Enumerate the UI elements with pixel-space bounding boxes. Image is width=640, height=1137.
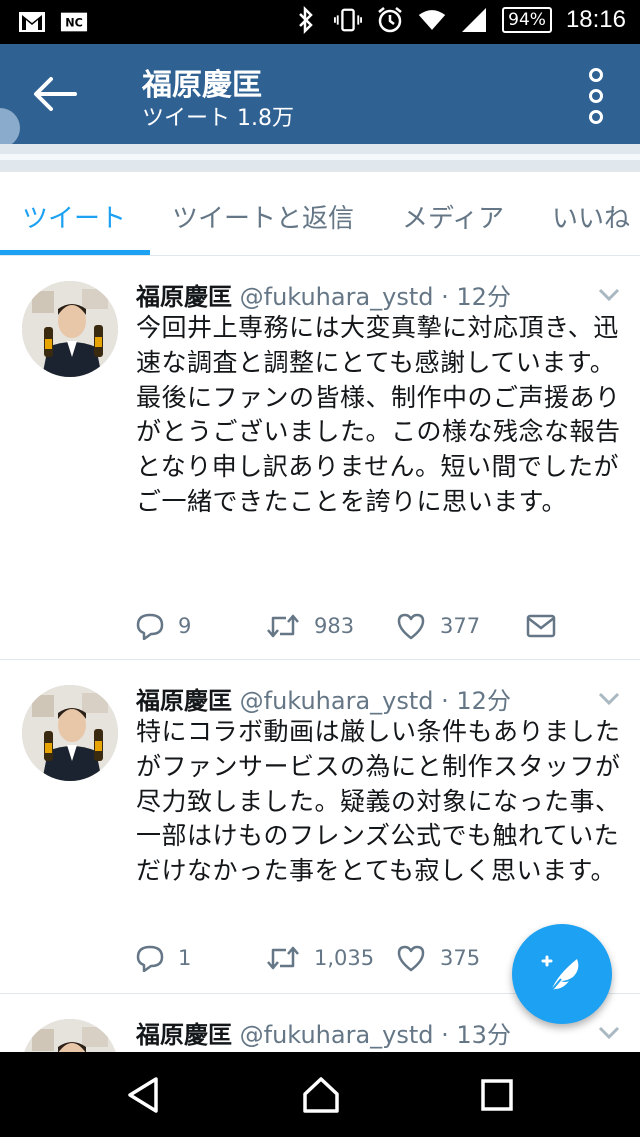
chevron-down-icon (598, 288, 620, 302)
tab-tweets[interactable]: ツイート (22, 198, 126, 235)
tweet-text: 今回井上専務には大変真摯に対応頂き、迅速な調査と調整にとても感謝しています。 最… (136, 313, 621, 516)
tweet-author-name[interactable]: 福原慶匡 (136, 687, 232, 715)
nhk-icon: NC (60, 8, 88, 36)
profile-name: 福原慶匡 (142, 68, 262, 103)
retweet-button[interactable]: 1,035 (266, 945, 396, 971)
nav-back-button[interactable] (118, 1072, 168, 1118)
nav-recents-button[interactable] (472, 1072, 522, 1118)
clock: 18:16 (565, 6, 626, 33)
tweet-actions: 1 1,035 375 (136, 941, 526, 975)
like-count: 377 (440, 614, 481, 638)
like-button[interactable]: 377 (396, 612, 526, 640)
back-button[interactable] (30, 72, 80, 116)
tweet-header: 福原慶匡 @fukuhara_ystd · 12分 (136, 277, 511, 312)
reply-icon (136, 613, 164, 640)
nav-home-button[interactable] (296, 1072, 346, 1118)
retweet-button[interactable]: 983 (266, 613, 396, 639)
retweet-icon (267, 946, 299, 970)
tweet-handle-time: @fukuhara_ystd · 12分 (239, 283, 511, 311)
status-bar: NC 94% 18:16 (0, 0, 640, 44)
tweet-menu-button[interactable] (598, 287, 620, 306)
signal-icon (460, 6, 488, 34)
compose-tweet-button[interactable] (512, 924, 612, 1024)
square-recents-icon (481, 1079, 513, 1111)
direct-message-button[interactable] (526, 614, 640, 638)
tweet-menu-button[interactable] (598, 691, 620, 710)
app-bar: 福原慶匡 ツイート 1.8万 (0, 44, 640, 148)
reply-button[interactable]: 9 (136, 612, 266, 640)
battery-indicator: 94% (502, 7, 552, 33)
more-options-button[interactable] (584, 68, 608, 124)
chevron-down-icon (598, 1026, 620, 1040)
active-tab-indicator (0, 250, 150, 255)
dot-icon (589, 89, 603, 103)
reply-button[interactable]: 1 (136, 944, 266, 972)
vibrate-icon (334, 6, 363, 34)
tab-likes[interactable]: いいね (552, 198, 630, 235)
system-nav-bar (0, 1052, 640, 1137)
triangle-back-icon (128, 1077, 158, 1113)
reply-count: 1 (178, 946, 192, 970)
retweet-count: 983 (314, 614, 355, 638)
tweet-card[interactable]: 福原慶匡 @fukuhara_ystd · 12分 今回井上専務には大変真摯に対… (0, 257, 640, 660)
like-button[interactable]: 375 (396, 944, 526, 972)
tweet-count: ツイート 1.8万 (142, 106, 294, 131)
floating-bubble[interactable] (0, 108, 20, 148)
tweet-author-name[interactable]: 福原慶匡 (136, 283, 232, 311)
profile-tabs: ツイート ツイートと返信 メディア いいね (0, 172, 640, 256)
reply-icon (136, 945, 164, 972)
like-count: 375 (440, 946, 481, 970)
tweet-actions: 9 983 377 (136, 609, 640, 643)
svg-text:NC: NC (65, 17, 83, 30)
bluetooth-icon (292, 6, 320, 34)
reply-count: 9 (178, 614, 192, 638)
compose-quill-icon (541, 955, 579, 992)
alarm-icon (376, 6, 404, 34)
tweet-text: 特にコラボ動画は厳しい条件もありましたがファンサービスの為にと制作スタッフが尽力… (136, 717, 621, 886)
tab-media[interactable]: メディア (402, 198, 504, 235)
tweet-menu-button[interactable] (598, 1025, 620, 1044)
envelope-icon (526, 614, 556, 638)
tab-tweets-replies[interactable]: ツイートと返信 (172, 198, 354, 235)
tweet-header: 福原慶匡 @fukuhara_ystd · 12分 (136, 681, 511, 716)
dot-icon (589, 110, 603, 124)
home-icon (303, 1077, 339, 1113)
dot-icon (589, 68, 603, 82)
retweet-count: 1,035 (314, 946, 375, 970)
heart-icon (397, 613, 425, 640)
wifi-icon (418, 6, 446, 34)
retweet-icon (267, 614, 299, 638)
avatar[interactable] (22, 1019, 118, 1052)
tweet-handle-time: @fukuhara_ystd · 12分 (239, 687, 511, 715)
header-divider (0, 144, 640, 172)
tweet-handle-time: @fukuhara_ystd · 13分 (239, 1021, 511, 1049)
avatar[interactable] (22, 281, 118, 377)
avatar[interactable] (22, 685, 118, 781)
gmail-icon (18, 8, 46, 36)
tweet-header: 福原慶匡 @fukuhara_ystd · 13分 (136, 1015, 511, 1050)
arrow-left-icon (34, 77, 77, 111)
heart-icon (397, 945, 425, 972)
chevron-down-icon (598, 692, 620, 706)
tweet-author-name[interactable]: 福原慶匡 (136, 1021, 232, 1049)
